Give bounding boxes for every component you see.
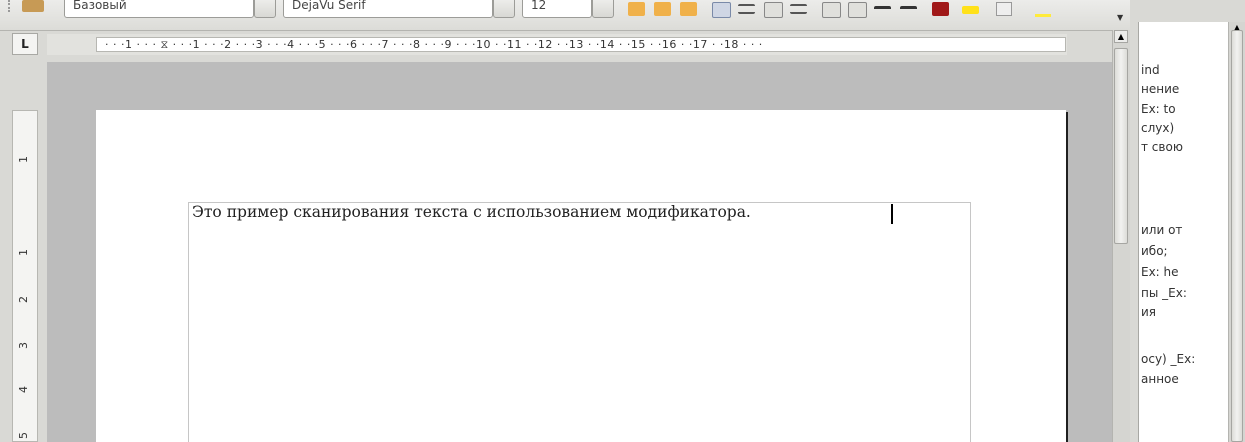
- vertical-ruler-number: 2: [17, 296, 30, 303]
- justify-icon[interactable]: [790, 4, 807, 14]
- align-right-icon[interactable]: [764, 2, 783, 18]
- align-left-icon[interactable]: [712, 2, 731, 18]
- font-size-select[interactable]: 12: [522, 0, 592, 18]
- vertical-ruler-number: 5: [17, 432, 30, 439]
- side-panel-line: т свою: [1141, 140, 1183, 154]
- font-name-dropdown-button[interactable]: [493, 0, 515, 18]
- highlight-icon[interactable]: [962, 6, 979, 14]
- toolbar-handle-icon[interactable]: [8, 0, 16, 12]
- italic-icon[interactable]: [654, 2, 671, 16]
- paragraph-style-dropdown-button[interactable]: [254, 0, 276, 18]
- bullets-icon[interactable]: [848, 2, 867, 18]
- side-panel-line: ocy) _Ex:: [1141, 352, 1196, 366]
- side-panel-line: или от: [1141, 223, 1183, 237]
- font-size-value: 12: [531, 0, 547, 12]
- side-panel-line: пы _Ex:: [1141, 286, 1187, 300]
- toolbar-dropdown-arrow-icon[interactable]: ▼: [1117, 13, 1123, 22]
- align-center-icon[interactable]: [738, 4, 755, 14]
- underline-icon[interactable]: [680, 2, 697, 16]
- bold-icon[interactable]: [628, 2, 645, 16]
- text-cursor: [891, 204, 893, 224]
- styles-icon[interactable]: [22, 0, 44, 12]
- paragraph-style-value: Базовый: [73, 0, 127, 12]
- side-panel-line: Ex: he: [1141, 265, 1179, 279]
- side-panel-line: ибо;: [1141, 244, 1168, 258]
- paragraph-style-select[interactable]: Базовый: [64, 0, 254, 18]
- background-color-icon[interactable]: [996, 2, 1012, 16]
- horizontal-ruler[interactable]: · · ·1 · · · ⧖ · · ·1 · · ·2 · · ·3 · · …: [47, 34, 1067, 55]
- scroll-up-arrow-icon[interactable]: ▲: [1114, 30, 1128, 43]
- vertical-ruler-number: 4: [17, 386, 30, 393]
- side-panel-line: Ex: to: [1141, 102, 1176, 116]
- vertical-ruler-number: 3: [17, 342, 30, 349]
- side-panel-line: ия: [1141, 305, 1157, 319]
- font-size-dropdown-button[interactable]: [592, 0, 614, 18]
- document-scrollbar-thumb[interactable]: [1114, 48, 1128, 244]
- side-panel-line: слух): [1141, 121, 1175, 135]
- formatting-toolbar: Базовый DejaVu Serif 12: [0, 0, 1130, 31]
- font-name-value: DejaVu Serif: [292, 0, 366, 12]
- toolbar-overflow-icon[interactable]: [1035, 2, 1051, 17]
- vertical-ruler-number: 1: [17, 249, 30, 256]
- increase-indent-icon[interactable]: [900, 6, 917, 13]
- font-color-icon[interactable]: [932, 2, 949, 16]
- side-panel-line: нение: [1141, 82, 1180, 96]
- side-panel-line: анное: [1141, 372, 1179, 386]
- vertical-ruler[interactable]: 1 1 2 3 4 5: [12, 110, 38, 442]
- horizontal-ruler-scale: · · ·1 · · · ⧖ · · ·1 · · ·2 · · ·3 · · …: [96, 37, 1066, 52]
- text-boundaries: [188, 202, 971, 442]
- side-panel-line: ind: [1141, 63, 1160, 77]
- vertical-ruler-number: 1: [17, 156, 30, 163]
- font-name-select[interactable]: DejaVu Serif: [283, 0, 493, 18]
- numbering-icon[interactable]: [822, 2, 841, 18]
- side-panel-scrollbar-thumb[interactable]: [1231, 30, 1243, 442]
- side-panel-text[interactable]: ind нение Ex: to слух) т свою или от ибо…: [1138, 22, 1229, 442]
- tab-stop-selector[interactable]: L: [12, 33, 38, 55]
- document-paragraph[interactable]: Это пример сканирования текста с использ…: [192, 203, 751, 221]
- decrease-indent-icon[interactable]: [874, 6, 891, 13]
